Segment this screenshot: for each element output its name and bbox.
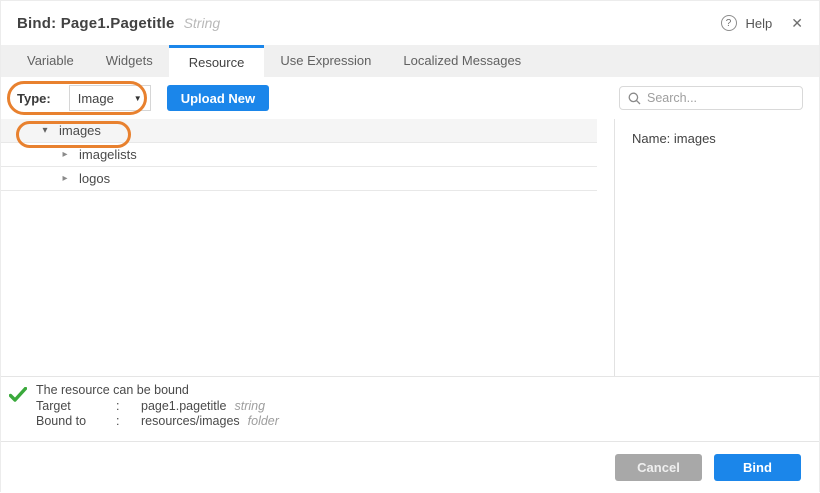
chevron-down-icon: ▼ — [134, 94, 142, 103]
help-link[interactable]: Help — [746, 16, 773, 31]
tab-variable[interactable]: Variable — [11, 45, 90, 77]
search-input[interactable] — [647, 91, 794, 105]
tree-item-images[interactable]: ▾ images — [1, 119, 597, 143]
status-target-value: page1.pagetitle — [141, 399, 227, 415]
search-box — [619, 86, 803, 110]
resource-browser: ▾ images ▸ imagelists ▸ logos Name: imag… — [1, 119, 819, 376]
caret-expanded-icon[interactable]: ▾ — [39, 125, 51, 136]
dialog-subtitle-type: String — [184, 15, 221, 31]
type-label: Type: — [17, 91, 51, 106]
search-icon — [628, 92, 641, 105]
tab-localized-messages[interactable]: Localized Messages — [387, 45, 537, 77]
close-icon[interactable]: ✕ — [791, 15, 803, 32]
success-check-icon — [9, 387, 27, 402]
header-actions: ? Help ✕ — [721, 15, 803, 32]
status-colon: : — [116, 414, 141, 430]
tab-use-expression[interactable]: Use Expression — [264, 45, 387, 77]
status-target-label: Target — [36, 399, 116, 415]
tab-bar: Variable Widgets Resource Use Expression… — [1, 45, 819, 77]
caret-collapsed-icon[interactable]: ▸ — [59, 149, 71, 160]
status-boundto-row: Bound to : resources/images folder — [36, 414, 819, 430]
status-message: The resource can be bound — [36, 383, 819, 399]
status-boundto-label: Bound to — [36, 414, 116, 430]
dialog-footer: Cancel Bind — [1, 441, 819, 493]
bind-button[interactable]: Bind — [714, 454, 801, 481]
resource-toolbar: Type: Image ▼ Upload New — [1, 77, 819, 119]
status-boundto-type: folder — [248, 414, 279, 430]
dialog-header: Bind: Page1.Pagetitle String ? Help ✕ — [1, 1, 819, 45]
status-target-type: string — [235, 399, 266, 415]
status-boundto-value: resources/images — [141, 414, 240, 430]
tree-item-imagelists[interactable]: ▸ imagelists — [1, 143, 597, 167]
tab-resource[interactable]: Resource — [169, 45, 265, 77]
status-target-row: Target : page1.pagetitle string — [36, 399, 819, 415]
tree-item-label: images — [59, 123, 101, 138]
upload-new-button[interactable]: Upload New — [167, 85, 269, 111]
tab-widgets[interactable]: Widgets — [90, 45, 169, 77]
tree-item-logos[interactable]: ▸ logos — [1, 167, 597, 191]
tree-item-label: imagelists — [79, 147, 137, 162]
bind-status-panel: The resource can be bound Target : page1… — [1, 376, 819, 441]
tree-item-label: logos — [79, 171, 110, 186]
type-dropdown-value: Image — [78, 91, 114, 106]
resource-details-panel: Name: images — [614, 119, 819, 376]
bind-dialog: Bind: Page1.Pagetitle String ? Help ✕ Va… — [0, 0, 820, 492]
resource-tree: ▾ images ▸ imagelists ▸ logos — [1, 119, 597, 191]
help-icon[interactable]: ? — [721, 15, 737, 31]
cancel-button[interactable]: Cancel — [615, 454, 702, 481]
caret-collapsed-icon[interactable]: ▸ — [59, 173, 71, 184]
dialog-title: Bind: Page1.Pagetitle — [17, 15, 175, 32]
status-colon: : — [116, 399, 141, 415]
type-dropdown[interactable]: Image ▼ — [69, 85, 151, 111]
resource-name-text: Name: images — [632, 131, 716, 146]
